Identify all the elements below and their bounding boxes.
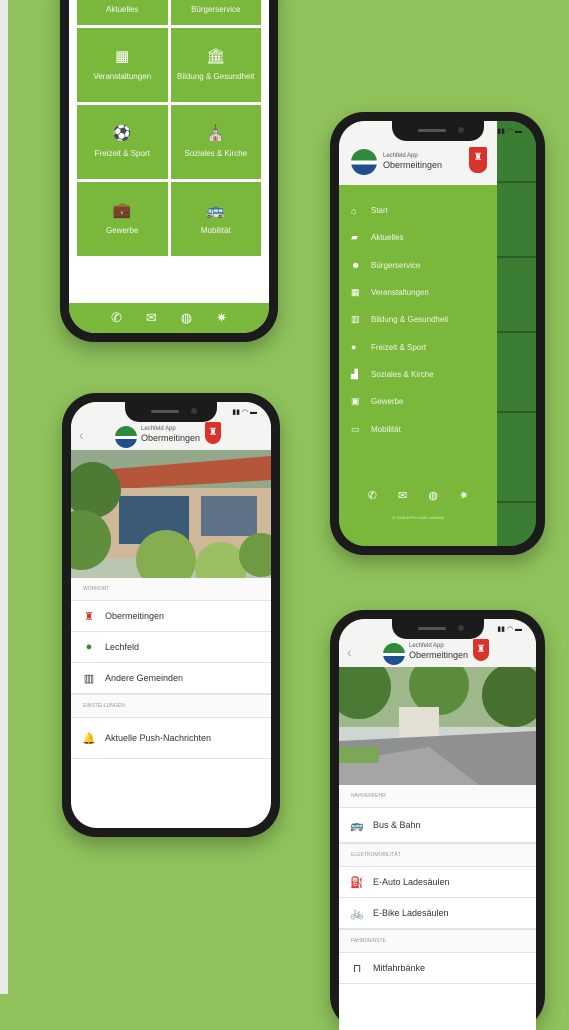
phone-notch xyxy=(125,402,217,422)
navigation-drawer: Lechfeld App Obermeitingen ♜ ⌂ Start ▰ Aktu… xyxy=(339,121,497,546)
category-grid: Aktuelles Bürgerservice ▦ Veranstaltungen… xyxy=(77,0,261,256)
people-icon: ☻ xyxy=(351,260,361,271)
phone-notch xyxy=(391,619,484,639)
crest-icon: ♜ xyxy=(473,639,489,661)
church-icon: ▟ xyxy=(351,368,358,379)
lechfeld-logo xyxy=(351,149,377,175)
tile-soziales[interactable]: ⛪ Soziales & Kirche xyxy=(170,105,261,179)
chat-icon: ▰ xyxy=(351,232,358,243)
soccer-ball-icon: ● xyxy=(351,342,357,353)
charging-station-icon: ⛽ xyxy=(350,876,364,889)
list-item-obermeitingen[interactable]: ♜ Obermeitingen xyxy=(71,601,271,632)
phone-drawer-menu: ▮▮ ◠ ▬ Lechfeld App Obermeitingen ♜ ⌂ Star… xyxy=(330,112,545,555)
tile-buergerservice[interactable]: Bürgerservice xyxy=(170,0,261,25)
bus-icon: 🚌 xyxy=(350,819,364,832)
crest-icon: ♜ xyxy=(469,147,487,173)
building-icon: 🏛 xyxy=(206,48,226,66)
list-item-e-bike[interactable]: 🚲 E-Bike Ladesäulen xyxy=(339,898,536,929)
crest-icon: ♜ xyxy=(205,422,221,444)
app-title: Lechfeld App Obermeitingen xyxy=(409,643,469,660)
menu-item-aktuelles[interactable]: ▰ Aktuelles xyxy=(351,224,448,251)
drawer-screen: ▮▮ ◠ ▬ Lechfeld App Obermeitingen ♜ ⌂ Star… xyxy=(339,121,536,546)
calendar-icon: ▦ xyxy=(115,48,130,66)
community-icon: ▥ xyxy=(83,672,95,685)
ebike-icon: 🚲 xyxy=(350,907,364,920)
copyright-text: © 2023 APPYLAND Lechfeld xyxy=(392,515,444,520)
tile-menu-screen: Aktuelles Bürgerservice ▦ Veranstaltungen… xyxy=(69,0,269,333)
list-item-andere-gemeinden[interactable]: ▥ Andere Gemeinden xyxy=(71,663,271,694)
tile-bildung[interactable]: 🏛 Bildung & Gesundheit xyxy=(170,28,261,102)
status-bar: ▮▮ ◠ ▬ xyxy=(232,409,257,416)
phone-settings: ▮▮ ◠ ▬ ‹ Lechfeld App Obermeitingen ♜ WOH… xyxy=(62,393,280,837)
section-header-einstellungen: EINSTELLUNGEN xyxy=(71,694,271,718)
menu-item-veranstaltungen[interactable]: ▦ Veranstaltungen xyxy=(351,279,448,306)
phone-notch xyxy=(391,121,484,141)
mail-icon[interactable]: ✉ xyxy=(146,310,157,326)
phone-mobility: ▮▮ ◠ ▬ ‹ Lechfeld App Obermeitingen ♜ NAH… xyxy=(330,610,545,1030)
status-bar: ▮▮ ◠ ▬ xyxy=(497,128,522,135)
phone-tile-menu: Aktuelles Bürgerservice ▦ Veranstaltungen… xyxy=(60,0,278,342)
menu-item-gewerbe[interactable]: ▣ Gewerbe xyxy=(351,388,448,415)
home-icon: ⌂ xyxy=(351,205,357,216)
content-behind-drawer[interactable] xyxy=(497,121,536,546)
section-header-nahverkehr: NAHVERKEHR xyxy=(339,785,536,808)
globe-icon[interactable]: ◍ xyxy=(428,489,438,502)
menu-item-start[interactable]: ⌂ Start xyxy=(351,197,448,224)
mobility-screen: ▮▮ ◠ ▬ ‹ Lechfeld App Obermeitingen ♜ NAH… xyxy=(339,619,536,1030)
list-item-bus-bahn[interactable]: 🚌 Bus & Bahn xyxy=(339,808,536,843)
mail-icon[interactable]: ✉ xyxy=(398,489,407,502)
app-title: Lechfeld App Obermeitingen xyxy=(383,153,443,170)
tile-aktuelles[interactable]: Aktuelles xyxy=(77,0,168,25)
building-icon: ▥ xyxy=(351,314,360,325)
lechfeld-logo xyxy=(383,643,405,665)
gear-icon[interactable]: ✷ xyxy=(216,310,227,326)
menu-item-soziales[interactable]: ▟ Soziales & Kirche xyxy=(351,361,448,388)
section-header-fahrdienste: FAHRDIENSTE xyxy=(339,929,536,953)
section-header-elektromobilitaet: ELEKTROMOBILITÄT xyxy=(339,843,536,867)
lechfeld-logo xyxy=(115,426,137,448)
back-chevron-icon[interactable]: ‹ xyxy=(79,427,84,443)
app-title: Lechfeld App Obermeitingen xyxy=(141,426,201,443)
tile-freizeit[interactable]: ⚽ Freizeit & Sport xyxy=(77,105,168,179)
back-chevron-icon[interactable]: ‹ xyxy=(347,644,352,660)
church-icon: ⛪ xyxy=(206,125,226,143)
briefcase-icon: ▣ xyxy=(351,396,360,407)
phone-icon[interactable]: ✆ xyxy=(111,310,122,326)
phone-icon[interactable]: ✆ xyxy=(368,489,377,502)
tile-gewerbe[interactable]: 💼 Gewerbe xyxy=(77,182,168,256)
drawer-footer-actions: ✆ ✉ ◍ ✷ xyxy=(339,489,497,502)
lechfeld-logo-icon: ● xyxy=(85,641,93,653)
bottom-action-bar: ✆ ✉ ◍ ✷ xyxy=(69,303,269,333)
bus-icon: ▭ xyxy=(351,423,360,434)
briefcase-icon: 💼 xyxy=(112,202,132,220)
header-photo-town-hall xyxy=(71,450,271,578)
list-item-push-notifications[interactable]: 🔔 Aktuelle Push-Nachrichten xyxy=(71,718,271,759)
list-item-mitfahrbaenke[interactable]: ⊓ Mitfahrbänke xyxy=(339,953,536,984)
bus-icon: 🚌 xyxy=(206,202,226,220)
status-bar: ▮▮ ◠ ▬ xyxy=(497,626,522,633)
drawer-menu: ⌂ Start ▰ Aktuelles ☻ Bürgerservice ▦ Verans… xyxy=(351,197,448,443)
section-header-wohnort: WOHNORT xyxy=(71,578,271,601)
soccer-ball-icon: ⚽ xyxy=(112,125,132,143)
menu-item-bildung[interactable]: ▥ Bildung & Gesundheit xyxy=(351,306,448,333)
bell-icon: 🔔 xyxy=(82,732,96,745)
tile-mobilitaet[interactable]: 🚌 Mobilität xyxy=(170,182,261,256)
settings-list: WOHNORT ♜ Obermeitingen ● Lechfeld ▥ Andere… xyxy=(71,578,271,759)
list-item-lechfeld[interactable]: ● Lechfeld xyxy=(71,632,271,663)
crest-icon: ♜ xyxy=(84,610,94,623)
header-photo-street xyxy=(339,667,536,785)
tile-veranstaltungen[interactable]: ▦ Veranstaltungen xyxy=(77,28,168,102)
left-page-edge xyxy=(0,0,8,994)
bench-icon: ⊓ xyxy=(352,962,362,975)
globe-icon[interactable]: ◍ xyxy=(181,310,192,326)
menu-item-mobilitaet[interactable]: ▭ Mobilität xyxy=(351,415,448,442)
menu-item-buergerservice[interactable]: ☻ Bürgerservice xyxy=(351,252,448,279)
gear-icon[interactable]: ✷ xyxy=(459,489,468,502)
menu-item-freizeit[interactable]: ● Freizeit & Sport xyxy=(351,333,448,360)
calendar-icon: ▦ xyxy=(351,287,360,298)
list-item-e-auto[interactable]: ⛽ E-Auto Ladesäulen xyxy=(339,867,536,898)
settings-screen: ▮▮ ◠ ▬ ‹ Lechfeld App Obermeitingen ♜ WOH… xyxy=(71,402,271,828)
mobility-list: NAHVERKEHR 🚌 Bus & Bahn ELEKTROMOBILITÄT … xyxy=(339,785,536,984)
